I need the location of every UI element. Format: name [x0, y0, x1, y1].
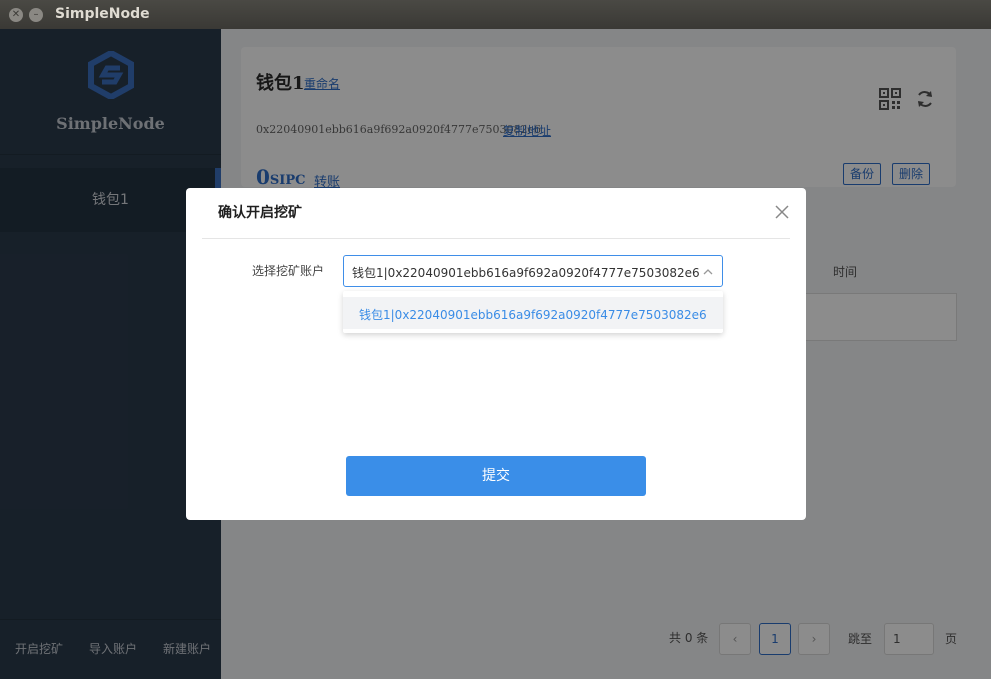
- account-dropdown: 钱包1|0x22040901ebb616a9f692a0920f4777e750…: [343, 291, 723, 333]
- close-icon[interactable]: [774, 204, 790, 220]
- submit-button[interactable]: 提交: [346, 456, 646, 496]
- account-field-label: 选择挖矿账户: [252, 264, 325, 278]
- window-title: SimpleNode: [55, 6, 150, 22]
- mining-modal: 确认开启挖矿 选择挖矿账户 钱包1|0x22040901ebb616a9f692…: [186, 188, 806, 520]
- minimize-window-icon[interactable]: –: [29, 8, 43, 22]
- dropdown-option[interactable]: 钱包1|0x22040901ebb616a9f692a0920f4777e750…: [343, 297, 723, 329]
- account-select-value: 钱包1|0x22040901ebb616a9f692a0920f4777e750…: [352, 266, 700, 280]
- chevron-up-icon: [703, 269, 713, 275]
- account-select[interactable]: 钱包1|0x22040901ebb616a9f692a0920f4777e750…: [343, 255, 723, 287]
- close-window-icon[interactable]: ✕: [9, 8, 23, 22]
- modal-divider: [202, 238, 790, 239]
- window-titlebar: ✕ – SimpleNode: [0, 0, 991, 29]
- modal-title: 确认开启挖矿: [218, 205, 302, 221]
- dropdown-option-label: 钱包1|0x22040901ebb616a9f692a0920f4777e750…: [359, 308, 707, 322]
